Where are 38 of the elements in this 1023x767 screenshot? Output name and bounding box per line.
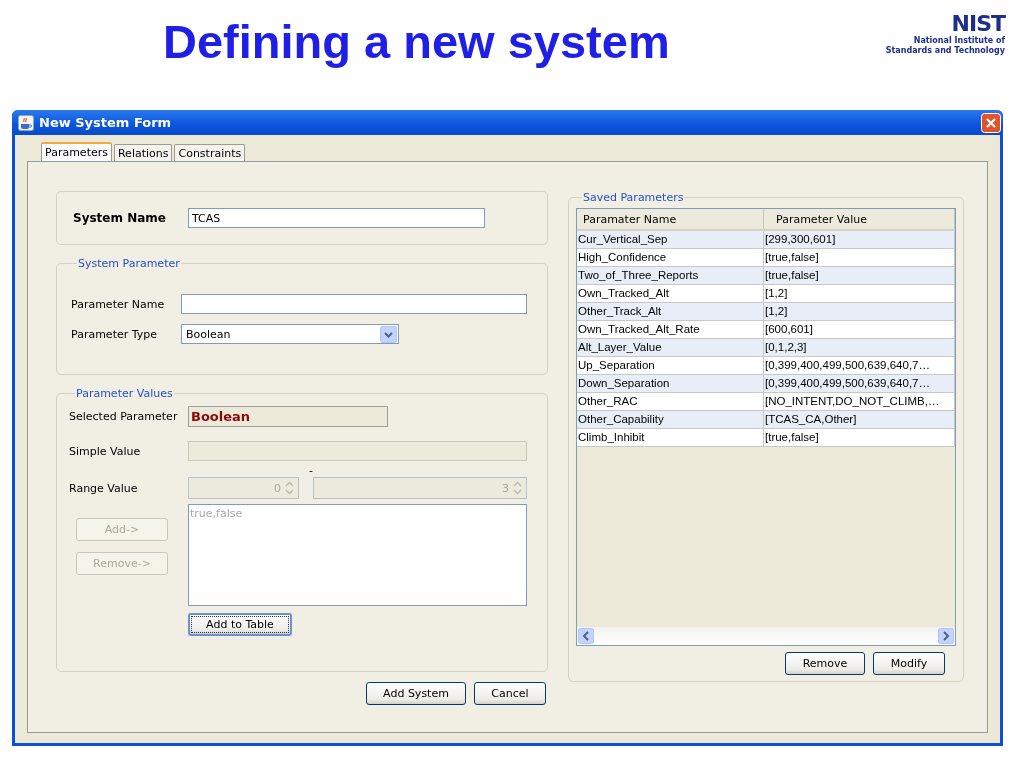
field-label: Simple Value	[69, 444, 142, 458]
column-header[interactable]: Parameter Value	[764, 209, 955, 229]
logo-caption: National Institute of	[913, 36, 1005, 46]
dialog-button[interactable]: Add System	[366, 682, 466, 705]
field-label: Parameter Name	[71, 297, 166, 311]
close-icon[interactable]	[981, 112, 1001, 133]
logo-wordmark: NIST	[951, 12, 1005, 36]
table-cell: Climb_Inhibit	[577, 429, 764, 447]
group-title: Parameter Values	[75, 387, 174, 400]
table-action-button[interactable]: Remove	[785, 652, 865, 675]
parameter-type-dropdown[interactable]: Boolean	[181, 324, 399, 344]
logo-caption: Standards and Technology	[885, 46, 1005, 56]
tab[interactable]: Relations	[113, 144, 173, 161]
window-title: New System Form	[39, 115, 172, 130]
coffee-cup-icon	[18, 114, 34, 131]
selected-parameter-value: Boolean	[188, 406, 388, 427]
spinner-arrows-icon	[513, 480, 522, 496]
system-name-field[interactable]: TCAS	[188, 208, 485, 228]
slide-title: Defining a new system	[163, 14, 670, 70]
scroll-left-icon[interactable]	[578, 628, 594, 644]
scroll-right-icon[interactable]	[938, 628, 954, 644]
field-label: System Name	[73, 211, 167, 225]
group-title: Saved Parameters	[582, 191, 685, 204]
spinner-arrows-icon	[285, 480, 294, 496]
horizontal-scrollbar[interactable]	[577, 627, 955, 645]
range-separator: -	[309, 464, 313, 477]
group-title: System Parameter	[77, 257, 181, 270]
field-label: Selected Parameter	[69, 410, 179, 423]
tab[interactable]: Parameters	[41, 142, 112, 161]
field-label: Range Value	[69, 481, 139, 495]
parameter-name-field[interactable]	[181, 294, 527, 314]
tab[interactable]: Constraints	[174, 144, 246, 161]
table-action-button[interactable]: Modify	[873, 652, 945, 675]
add-to-table-button[interactable]: Add to Table	[188, 613, 292, 636]
dialog-button[interactable]: Cancel	[474, 682, 546, 705]
field-label: Parameter Type	[71, 327, 158, 341]
column-header[interactable]: Paramater Name	[577, 209, 764, 229]
table-cell: [true,false]	[764, 429, 955, 447]
